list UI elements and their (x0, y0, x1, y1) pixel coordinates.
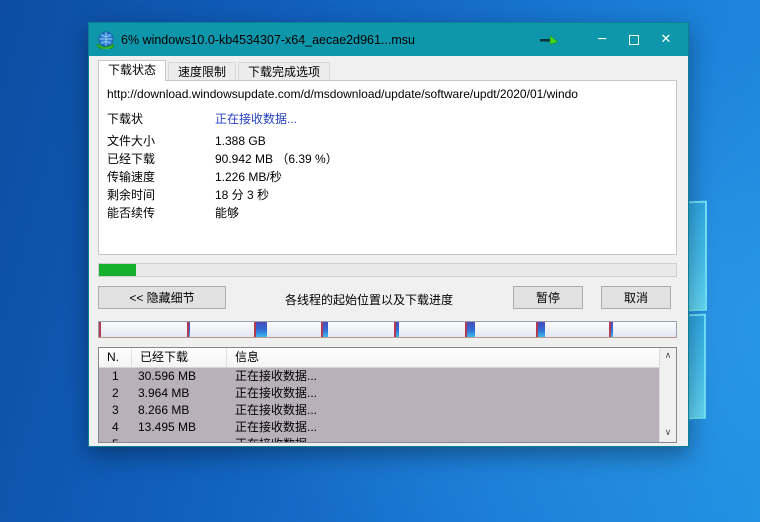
thread-cell: 正在接收数据... (227, 402, 659, 419)
thread-row[interactable]: 130.596 MB正在接收数据... (99, 368, 659, 385)
thread-cell: 8.266 MB (132, 402, 227, 419)
overall-progressbar (98, 263, 677, 277)
field-label: 能否续传 (107, 204, 215, 222)
download-url: http://download.windowsupdate.com/d/msdo… (107, 87, 668, 101)
status-field-row: 剩余时间18 分 3 秒 (107, 186, 668, 204)
column-header[interactable]: N. (99, 348, 132, 367)
thread-row[interactable]: 5 正在接收数据... (99, 436, 659, 442)
status-field-row: 传输速度1.226 MB/秒 (107, 168, 668, 186)
thread-table-header: N.已经下载信息 (99, 348, 659, 368)
thread-row[interactable]: 38.266 MB正在接收数据... (99, 402, 659, 419)
thread-cell: 正在接收数据... (227, 368, 659, 385)
thread-cell: 2 (99, 385, 132, 402)
minimize-button[interactable]: ─ (586, 23, 618, 56)
thread-cell: 5 (99, 436, 132, 442)
column-header[interactable]: 信息 (227, 348, 659, 367)
field-label: 传输速度 (107, 168, 215, 186)
close-button[interactable]: ✕ (650, 23, 682, 56)
segment-downloaded-block (323, 322, 328, 337)
tab-download-status[interactable]: 下载状态 (98, 60, 166, 81)
segment-downloaded-block (189, 322, 191, 337)
cancel-button[interactable]: 取消 (601, 286, 671, 309)
idm-app-icon (97, 31, 115, 49)
segment-downloaded-block (538, 322, 545, 337)
thread-row[interactable]: 23.964 MB正在接收数据... (99, 385, 659, 402)
idm-start-arrow-icon (540, 34, 560, 46)
wallpaper-logo-pane-bottom (686, 314, 706, 420)
field-label: 已经下载 (107, 150, 215, 168)
threads-caption: 各线程的起始位置以及下载进度 (239, 291, 499, 308)
wallpaper-logo-pane-top (686, 201, 707, 312)
status-field-row: 文件大小1.388 GB (107, 132, 668, 150)
field-label: 文件大小 (107, 132, 215, 150)
field-value: 90.942 MB （6.39 %） (215, 150, 668, 168)
field-value: 正在接收数据... (215, 110, 668, 128)
field-label: 剩余时间 (107, 186, 215, 204)
field-label: 下载状 (107, 110, 215, 128)
pause-button[interactable]: 暂停 (513, 286, 583, 309)
idm-download-window: 6% windows10.0-kb4534307-x64_aecae2d961.… (88, 22, 689, 447)
titlebar[interactable]: 6% windows10.0-kb4534307-x64_aecae2d961.… (89, 23, 688, 56)
tab-on-complete[interactable]: 下载完成选项 (238, 62, 330, 81)
segment-downloaded-block (396, 322, 399, 337)
thread-cell: 正在接收数据... (227, 436, 659, 442)
desktop-wallpaper: 6% windows10.0-kb4534307-x64_aecae2d961.… (0, 0, 760, 522)
status-field-row: 能否续传能够 (107, 204, 668, 222)
segment-marker (99, 322, 101, 337)
tab-speed-limit[interactable]: 速度限制 (168, 62, 236, 81)
table-scrollbar[interactable]: ∧ ∨ (659, 348, 676, 442)
thread-cell (132, 436, 227, 442)
thread-cell: 13.495 MB (132, 419, 227, 436)
status-field-row: 已经下载90.942 MB （6.39 %） (107, 150, 668, 168)
status-field-row: 下载状正在接收数据... (107, 110, 668, 128)
column-header[interactable]: 已经下载 (132, 348, 227, 367)
status-panel: http://download.windowsupdate.com/d/msdo… (98, 80, 677, 255)
segment-downloaded-block (467, 322, 476, 337)
thread-cell: 4 (99, 419, 132, 436)
thread-cell: 3.964 MB (132, 385, 227, 402)
segment-downloaded-block (256, 322, 267, 337)
thread-cell: 30.596 MB (132, 368, 227, 385)
maximize-icon (629, 35, 639, 45)
segment-downloaded-block (611, 322, 613, 337)
thread-progress-bar (98, 321, 677, 338)
field-value: 18 分 3 秒 (215, 186, 668, 204)
maximize-button[interactable] (618, 23, 650, 56)
progress-fill (99, 264, 136, 276)
thread-cell: 1 (99, 368, 132, 385)
scroll-up-icon[interactable]: ∧ (660, 348, 676, 365)
status-fields: 下载状正在接收数据...文件大小1.388 GB已经下载90.942 MB （6… (107, 110, 668, 222)
scroll-down-icon[interactable]: ∨ (660, 425, 676, 442)
thread-row[interactable]: 413.495 MB正在接收数据... (99, 419, 659, 436)
window-title: 6% windows10.0-kb4534307-x64_aecae2d961.… (121, 33, 540, 47)
field-value: 1.226 MB/秒 (215, 168, 668, 186)
field-value: 1.388 GB (215, 132, 668, 150)
tabstrip: 下载状态速度限制下载完成选项 (98, 60, 676, 81)
hide-details-button[interactable]: << 隐藏细节 (98, 286, 226, 309)
thread-cell: 正在接收数据... (227, 419, 659, 436)
thread-cell: 正在接收数据... (227, 385, 659, 402)
thread-table: N.已经下载信息 130.596 MB正在接收数据...23.964 MB正在接… (98, 347, 677, 443)
field-value: 能够 (215, 204, 668, 222)
thread-cell: 3 (99, 402, 132, 419)
thread-table-body: 130.596 MB正在接收数据...23.964 MB正在接收数据...38.… (99, 368, 659, 442)
